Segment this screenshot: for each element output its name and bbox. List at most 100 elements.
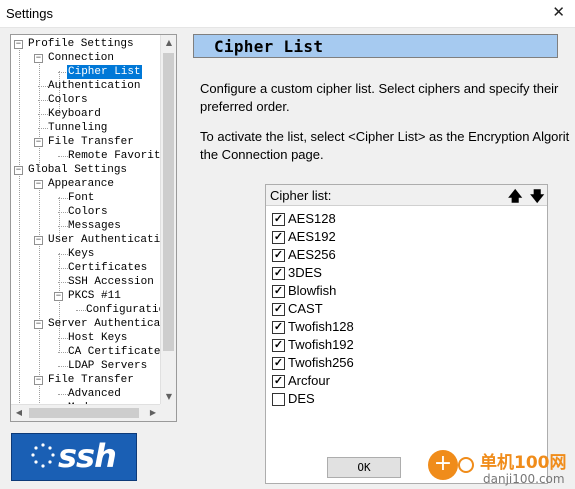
- tree-collapse-toggle-icon[interactable]: −: [34, 376, 43, 385]
- tree-collapse-toggle-icon[interactable]: −: [14, 40, 23, 49]
- tree-item-label: Cipher List: [67, 65, 142, 79]
- tree-item[interactable]: File Transfer: [47, 373, 135, 387]
- tree-item-label: Tunneling: [48, 122, 108, 134]
- cipher-checkbox[interactable]: ✓: [272, 213, 285, 226]
- cipher-checkbox[interactable]: ✓: [272, 285, 285, 298]
- tree-item[interactable]: Messages: [67, 219, 122, 233]
- tree-guide-line: [39, 57, 40, 167]
- tree-item-label: Host Keys: [68, 332, 128, 344]
- scroll-up-arrow-icon[interactable]: ▲: [161, 35, 176, 51]
- tree-item-label: Keys: [68, 248, 95, 260]
- cipher-list-label: Cipher list:: [270, 188, 332, 203]
- tree-item-label: Configuratio: [86, 304, 161, 316]
- cipher-checkbox[interactable]: ✓: [272, 231, 285, 244]
- tree-item-label: PKCS #11: [68, 290, 121, 302]
- tree-item[interactable]: Cipher List: [67, 65, 142, 79]
- tree-item-label: File Transfer: [48, 136, 134, 148]
- tree-item[interactable]: File Transfer: [47, 135, 135, 149]
- tree-item[interactable]: Advanced: [67, 387, 122, 401]
- tree-item[interactable]: PKCS #11: [67, 289, 122, 303]
- close-icon[interactable]: ✕: [552, 3, 565, 21]
- tree-item[interactable]: Host Keys: [67, 331, 128, 345]
- tree-item[interactable]: LDAP Servers: [67, 359, 148, 373]
- tree-item[interactable]: Remote Favorite: [67, 149, 161, 163]
- tree-item-label: Certificates: [68, 262, 148, 274]
- scrollbar-thumb[interactable]: [163, 53, 174, 351]
- cipher-checkbox[interactable]: ✓: [272, 303, 285, 316]
- watermark-url: danji100.com: [483, 472, 565, 486]
- tree-item[interactable]: Authentication: [47, 79, 141, 93]
- cipher-label: DES: [288, 391, 315, 406]
- tree-item-label: Colors: [48, 94, 88, 106]
- move-up-arrow-icon[interactable]: 🡅: [508, 186, 522, 210]
- tree-item[interactable]: CA Certificates: [67, 345, 161, 359]
- cipher-checkbox[interactable]: ✓: [272, 339, 285, 352]
- settings-tree-panel: − Profile Settings − Connection Cipher List A…: [10, 34, 177, 422]
- tree-item[interactable]: Colors: [67, 205, 109, 219]
- cipher-checkbox[interactable]: ✓: [272, 321, 285, 334]
- tree-item[interactable]: Global Settings: [27, 163, 128, 177]
- tree-item[interactable]: User Authenticatio: [47, 233, 161, 247]
- tree-item-label: Profile Settings: [28, 38, 134, 50]
- tree-item[interactable]: Appearance: [47, 177, 115, 191]
- tree-item[interactable]: Colors: [47, 93, 89, 107]
- tree-collapse-toggle-icon[interactable]: −: [34, 236, 43, 245]
- watermark-plus-icon: +: [428, 450, 458, 480]
- scroll-right-arrow-icon[interactable]: ▶: [145, 405, 161, 421]
- cipher-label: 3DES: [288, 265, 322, 280]
- tree-item[interactable]: Configuratio: [85, 303, 161, 317]
- tree-guide-line: [59, 197, 60, 237]
- scroll-left-arrow-icon[interactable]: ◀: [11, 405, 27, 421]
- tree-item[interactable]: Keys: [67, 247, 95, 261]
- ok-button[interactable]: OK: [327, 457, 401, 478]
- cipher-checkbox[interactable]: ✓: [272, 357, 285, 370]
- cipher-checkbox[interactable]: [272, 393, 285, 406]
- tree-item[interactable]: Font: [67, 191, 95, 205]
- tree-item[interactable]: Certificates: [67, 261, 148, 275]
- tree-item-label: Messages: [68, 220, 121, 232]
- tree-item[interactable]: Server Authenticat: [47, 317, 161, 331]
- cipher-label: AES256: [288, 247, 336, 262]
- tree-item[interactable]: Profile Settings: [27, 37, 135, 51]
- tree-horizontal-scrollbar[interactable]: ◀ ▶: [11, 404, 161, 421]
- ssh-logo-dots-icon: [31, 443, 55, 468]
- tree-item[interactable]: Connection: [47, 51, 115, 65]
- cipher-label: AES192: [288, 229, 336, 244]
- settings-tree[interactable]: − Profile Settings − Connection Cipher List A…: [11, 35, 161, 405]
- tree-collapse-toggle-icon[interactable]: −: [34, 180, 43, 189]
- page-title: Cipher List: [214, 37, 324, 56]
- title-bar: Settings ✕: [0, 0, 575, 28]
- tree-collapse-toggle-icon[interactable]: −: [54, 292, 63, 301]
- ssh-logo-text: ssh: [58, 437, 117, 475]
- cipher-checkbox[interactable]: ✓: [272, 375, 285, 388]
- tree-item[interactable]: SSH Accession: [67, 275, 155, 289]
- description-line: To activate the list, select <Cipher Lis…: [200, 129, 570, 144]
- tree-item[interactable]: Keyboard: [47, 107, 102, 121]
- cipher-list-box: Cipher list: 🡅 🡇 ✓ AES128 ✓ AES192 ✓ AES256 ✓ 3…: [265, 184, 548, 484]
- tree-collapse-toggle-icon[interactable]: −: [34, 54, 43, 63]
- tree-item[interactable]: Tunneling: [47, 121, 108, 135]
- cipher-label: Twofish256: [288, 355, 354, 370]
- scrollbar-thumb[interactable]: [29, 408, 139, 418]
- tree-collapse-toggle-icon[interactable]: −: [34, 320, 43, 329]
- watermark: + 单机100网 danji100.com: [425, 448, 575, 488]
- move-down-arrow-icon[interactable]: 🡇: [530, 186, 544, 210]
- cipher-checkbox[interactable]: ✓: [272, 249, 285, 262]
- tree-item-label: Authentication: [48, 80, 141, 92]
- tree-item-label: Server Authenticat: [48, 318, 161, 330]
- tree-guide-line: [39, 183, 40, 403]
- tree-item-label: Keyboard: [48, 108, 101, 120]
- cipher-checkbox[interactable]: ✓: [272, 267, 285, 280]
- cipher-label: Blowfish: [288, 283, 337, 298]
- scrollbar-corner: [160, 404, 176, 421]
- tree-item-label: CA Certificates: [68, 346, 161, 358]
- cipher-label: AES128: [288, 211, 336, 226]
- cipher-label: Twofish192: [288, 337, 354, 352]
- tree-collapse-toggle-icon[interactable]: −: [34, 138, 43, 147]
- tree-item-label: Font: [68, 192, 95, 204]
- scroll-down-arrow-icon[interactable]: ▼: [161, 389, 176, 405]
- tree-collapse-toggle-icon[interactable]: −: [14, 166, 23, 175]
- description-line: the Connection page.: [200, 147, 324, 162]
- tree-vertical-scrollbar[interactable]: ▲ ▼: [160, 35, 176, 405]
- cipher-label: Twofish128: [288, 319, 354, 334]
